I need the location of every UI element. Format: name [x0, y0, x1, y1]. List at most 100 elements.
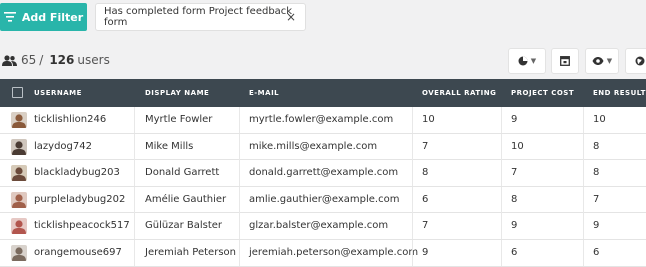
filter-chip[interactable]: Has completed form Project feedback form… [95, 3, 306, 31]
column-divider [501, 239, 502, 266]
cell-email: glzar.balster@example.com [249, 220, 389, 232]
avatar [11, 138, 27, 155]
select-all-checkbox[interactable] [12, 87, 23, 98]
cell-overall-rating: 9 [422, 246, 429, 258]
column-header-username[interactable]: USERNAME [34, 79, 82, 107]
cell-end-result: 7 [593, 193, 600, 205]
chevron-down-icon: ▼ [530, 57, 537, 65]
export-button[interactable] [551, 48, 579, 74]
cell-project-cost: 10 [511, 140, 524, 152]
cell-overall-rating: 8 [422, 167, 429, 179]
avatar [11, 244, 27, 261]
column-divider [583, 133, 584, 160]
filter-lines-icon [3, 12, 16, 22]
cell-end-result: 9 [593, 220, 600, 232]
column-divider [412, 107, 413, 133]
add-filter-button[interactable]: Add Filter [0, 3, 87, 31]
filter-chip-close-icon[interactable]: × [286, 10, 296, 24]
table-row[interactable]: ticklishpeacock517 Gülüzar Balster glzar… [0, 213, 646, 240]
cell-overall-rating: 7 [422, 220, 429, 232]
count-separator: / [39, 53, 44, 67]
avatar [11, 218, 27, 235]
column-divider [239, 107, 240, 133]
cell-overall-rating: 6 [422, 193, 429, 205]
cell-end-result: 8 [593, 140, 600, 152]
cell-overall-rating: 10 [422, 114, 435, 125]
column-divider [239, 186, 240, 213]
cell-username: lazydog742 [34, 140, 92, 152]
column-divider [501, 160, 502, 187]
total-count: 126 [49, 53, 75, 67]
column-divider [412, 186, 413, 213]
cell-display-name: Amélie Gauthier [145, 193, 227, 205]
avatar [11, 191, 27, 208]
cell-project-cost: 8 [511, 193, 518, 205]
column-divider [412, 239, 413, 266]
table-row[interactable]: lazydog742 Mike Mills mike.mills@example… [0, 133, 646, 161]
view-dropdown-button[interactable]: ▼ [585, 48, 619, 74]
cell-display-name: Myrtle Fowler [145, 114, 213, 125]
globe-button[interactable] [625, 48, 646, 74]
table-header: USERNAME DISPLAY NAME E-MAIL OVERALL RAT… [0, 79, 646, 107]
chevron-down-icon: ▼ [606, 57, 613, 65]
cell-display-name: Jeremiah Peterson [145, 246, 236, 258]
column-header-display-name[interactable]: DISPLAY NAME [145, 79, 209, 107]
table-row[interactable]: ticklishlion246 Myrtle Fowler myrtle.fow… [0, 107, 646, 134]
column-divider [134, 239, 135, 266]
filter-chip-label: Has completed form Project feedback form [104, 6, 293, 28]
cell-email: myrtle.fowler@example.com [249, 114, 394, 125]
column-divider [501, 186, 502, 213]
column-divider [412, 213, 413, 240]
table-row[interactable]: purpleladybug202 Amélie Gauthier amlie.g… [0, 186, 646, 214]
cell-end-result: 10 [593, 114, 606, 125]
column-divider [412, 160, 413, 187]
column-header-email[interactable]: E-MAIL [249, 79, 279, 107]
column-header-end-result[interactable]: END RESULT [593, 79, 646, 107]
cell-end-result: 6 [593, 246, 600, 258]
cell-display-name: Mike Mills [145, 140, 194, 152]
cell-end-result: 8 [593, 167, 600, 179]
shown-count: 65 [21, 53, 37, 67]
export-box-icon [560, 56, 570, 66]
cell-project-cost: 9 [511, 114, 518, 125]
globe-icon [635, 56, 645, 66]
filter-bar: Add Filter Has completed form Project fe… [0, 0, 646, 38]
table-row[interactable]: blackladybug203 Donald Garrett donald.ga… [0, 160, 646, 187]
users-icon [2, 54, 17, 66]
cell-project-cost: 6 [511, 246, 518, 258]
cell-project-cost: 9 [511, 220, 518, 232]
cell-overall-rating: 7 [422, 140, 429, 152]
cell-email: jeremiah.peterson@example.com [249, 246, 419, 258]
column-header-overall-rating[interactable]: OVERALL RATING [422, 79, 496, 107]
cell-username: blackladybug203 [34, 167, 120, 179]
column-divider [583, 186, 584, 213]
column-divider [583, 160, 584, 187]
cell-username: ticklishpeacock517 [34, 220, 130, 232]
column-divider [134, 160, 135, 187]
column-divider [501, 133, 502, 160]
pie-chart-icon [518, 56, 528, 66]
cell-display-name: Donald Garrett [145, 167, 220, 179]
column-divider [239, 239, 240, 266]
column-divider [501, 107, 502, 133]
cell-email: mike.mills@example.com [249, 140, 378, 152]
avatar [11, 165, 27, 182]
column-divider [501, 213, 502, 240]
column-header-project-cost[interactable]: PROJECT COST [511, 79, 574, 107]
cell-project-cost: 7 [511, 167, 518, 179]
column-divider [583, 239, 584, 266]
chart-dropdown-button[interactable]: ▼ [508, 48, 546, 74]
cell-email: amlie.gauthier@example.com [249, 193, 400, 205]
eye-icon [592, 57, 604, 65]
add-filter-label: Add Filter [21, 10, 84, 24]
avatar [11, 112, 27, 128]
table-row[interactable]: orangemouse697 Jeremiah Peterson jeremia… [0, 239, 646, 267]
count-unit: users [77, 53, 110, 67]
column-divider [239, 213, 240, 240]
cell-username: orangemouse697 [34, 246, 122, 258]
column-divider [239, 133, 240, 160]
cell-username: purpleladybug202 [34, 193, 126, 205]
column-divider [134, 107, 135, 133]
column-divider [583, 213, 584, 240]
column-divider [134, 186, 135, 213]
